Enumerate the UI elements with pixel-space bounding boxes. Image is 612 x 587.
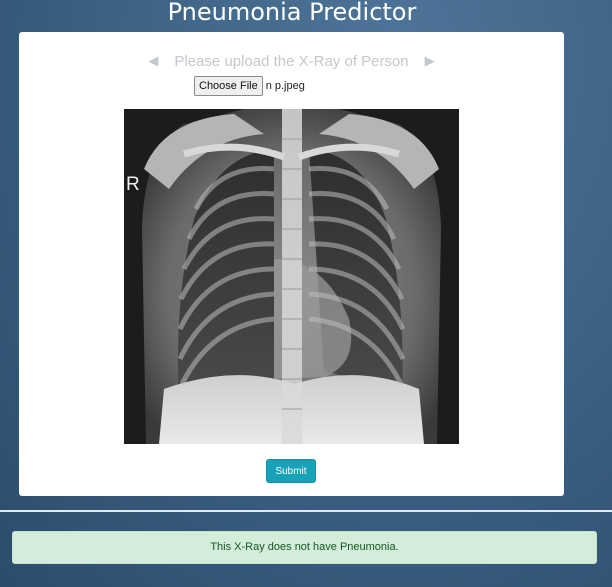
upload-card: ◀ Please upload the X-Ray of Person ▶ Choo… <box>19 32 564 496</box>
xray-side-marker: R <box>126 174 140 195</box>
section-divider <box>0 510 612 512</box>
app-title: Pneumonia Predictor <box>167 0 417 26</box>
next-arrow-icon[interactable]: ▶ <box>425 51 435 71</box>
xray-preview-image: R <box>124 109 459 444</box>
prediction-result-alert: This X-Ray does not have Pneumonia. <box>12 531 597 564</box>
upload-header: ◀ Please upload the X-Ray of Person ▶ <box>19 51 564 72</box>
choose-file-button[interactable]: Choose File <box>194 76 263 96</box>
selected-file-name: n p.jpeg <box>265 80 305 92</box>
prev-arrow-icon[interactable]: ◀ <box>148 51 158 71</box>
upload-prompt: Please upload the X-Ray of Person <box>174 53 409 70</box>
submit-button[interactable]: Submit <box>266 459 316 483</box>
file-input[interactable]: Choose File n p.jpeg <box>194 76 305 96</box>
